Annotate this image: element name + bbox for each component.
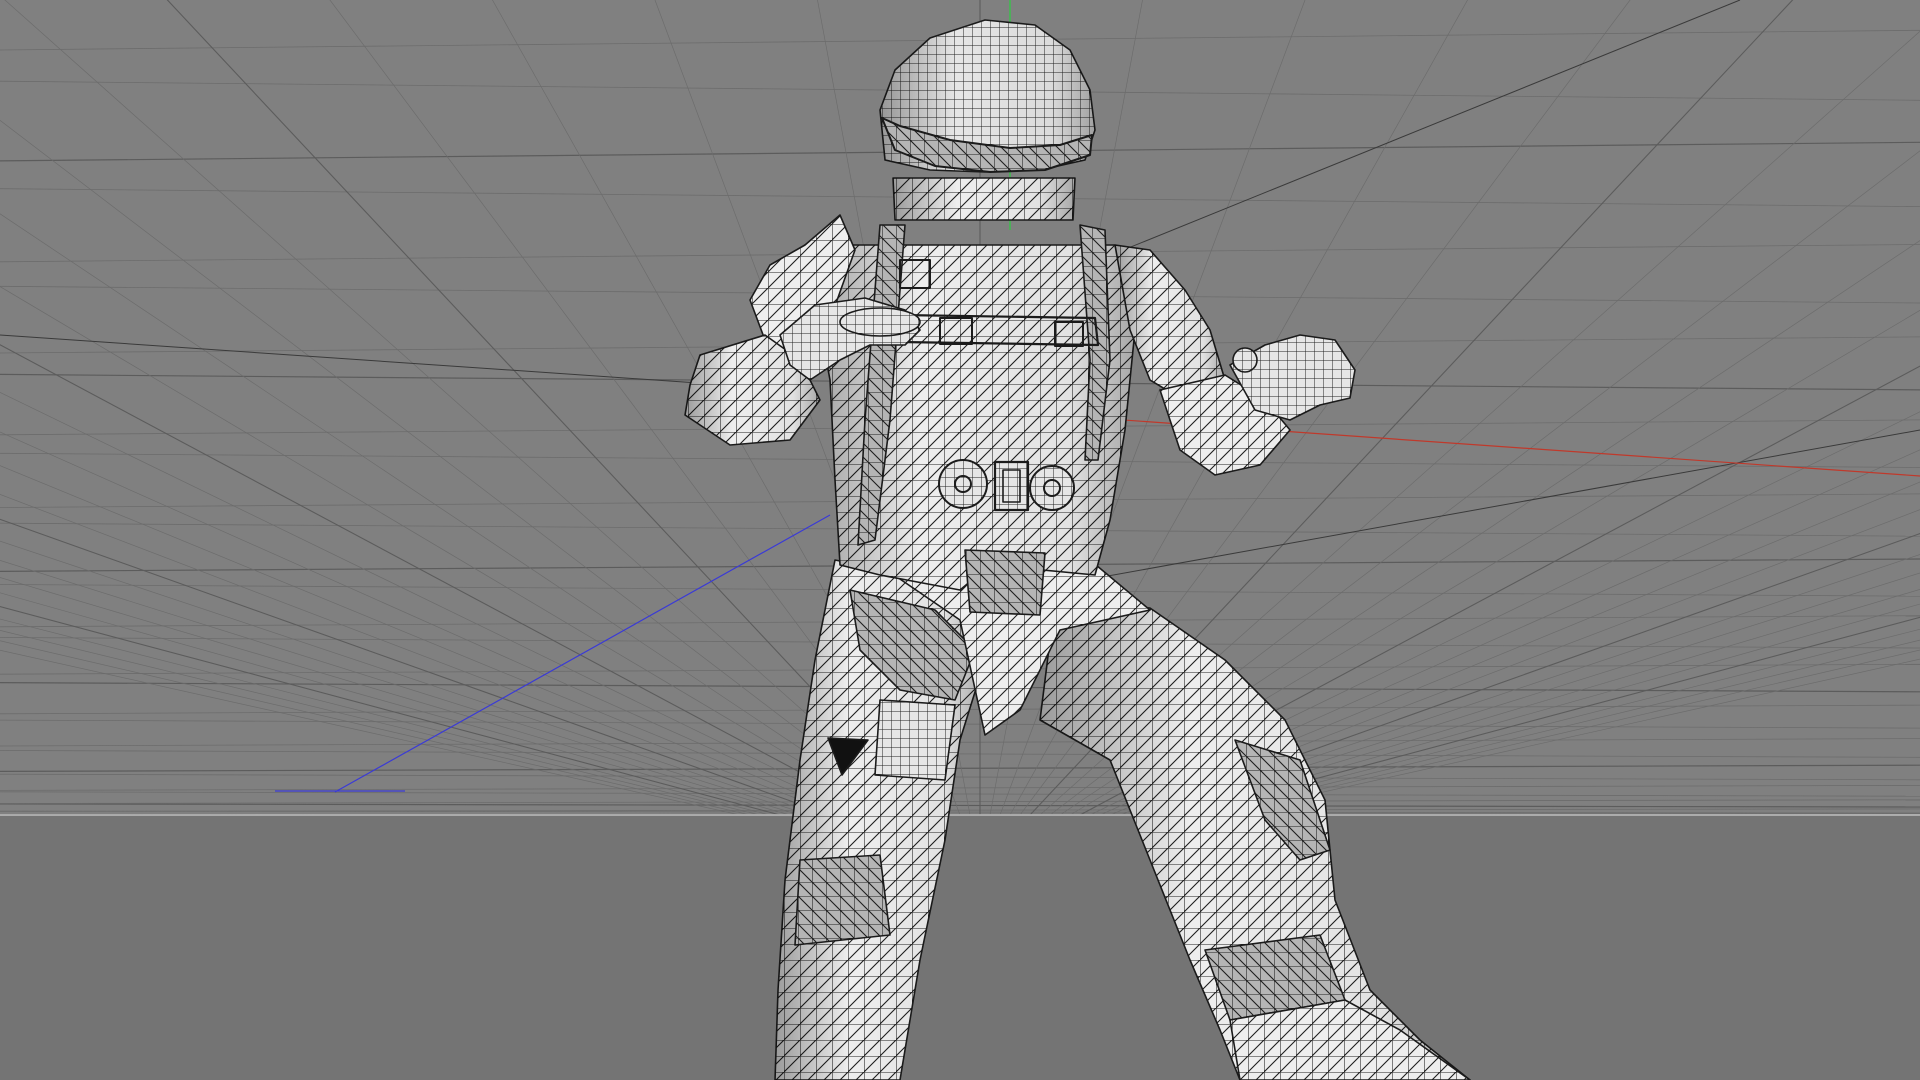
chest-dial-left [938, 459, 988, 509]
chest-control-unit [938, 459, 1075, 512]
left-fingers [839, 307, 921, 337]
abdomen-pouch [964, 549, 1046, 616]
floor-plane [0, 815, 1920, 1080]
chest-dial-right [1029, 465, 1075, 511]
viewport-canvas[interactable] [0, 0, 1920, 1080]
3d-viewport[interactable] [0, 0, 1920, 1080]
right-glove-knob [1232, 347, 1258, 373]
left-shin-pad [794, 854, 891, 946]
left-thigh-strip [874, 699, 956, 781]
